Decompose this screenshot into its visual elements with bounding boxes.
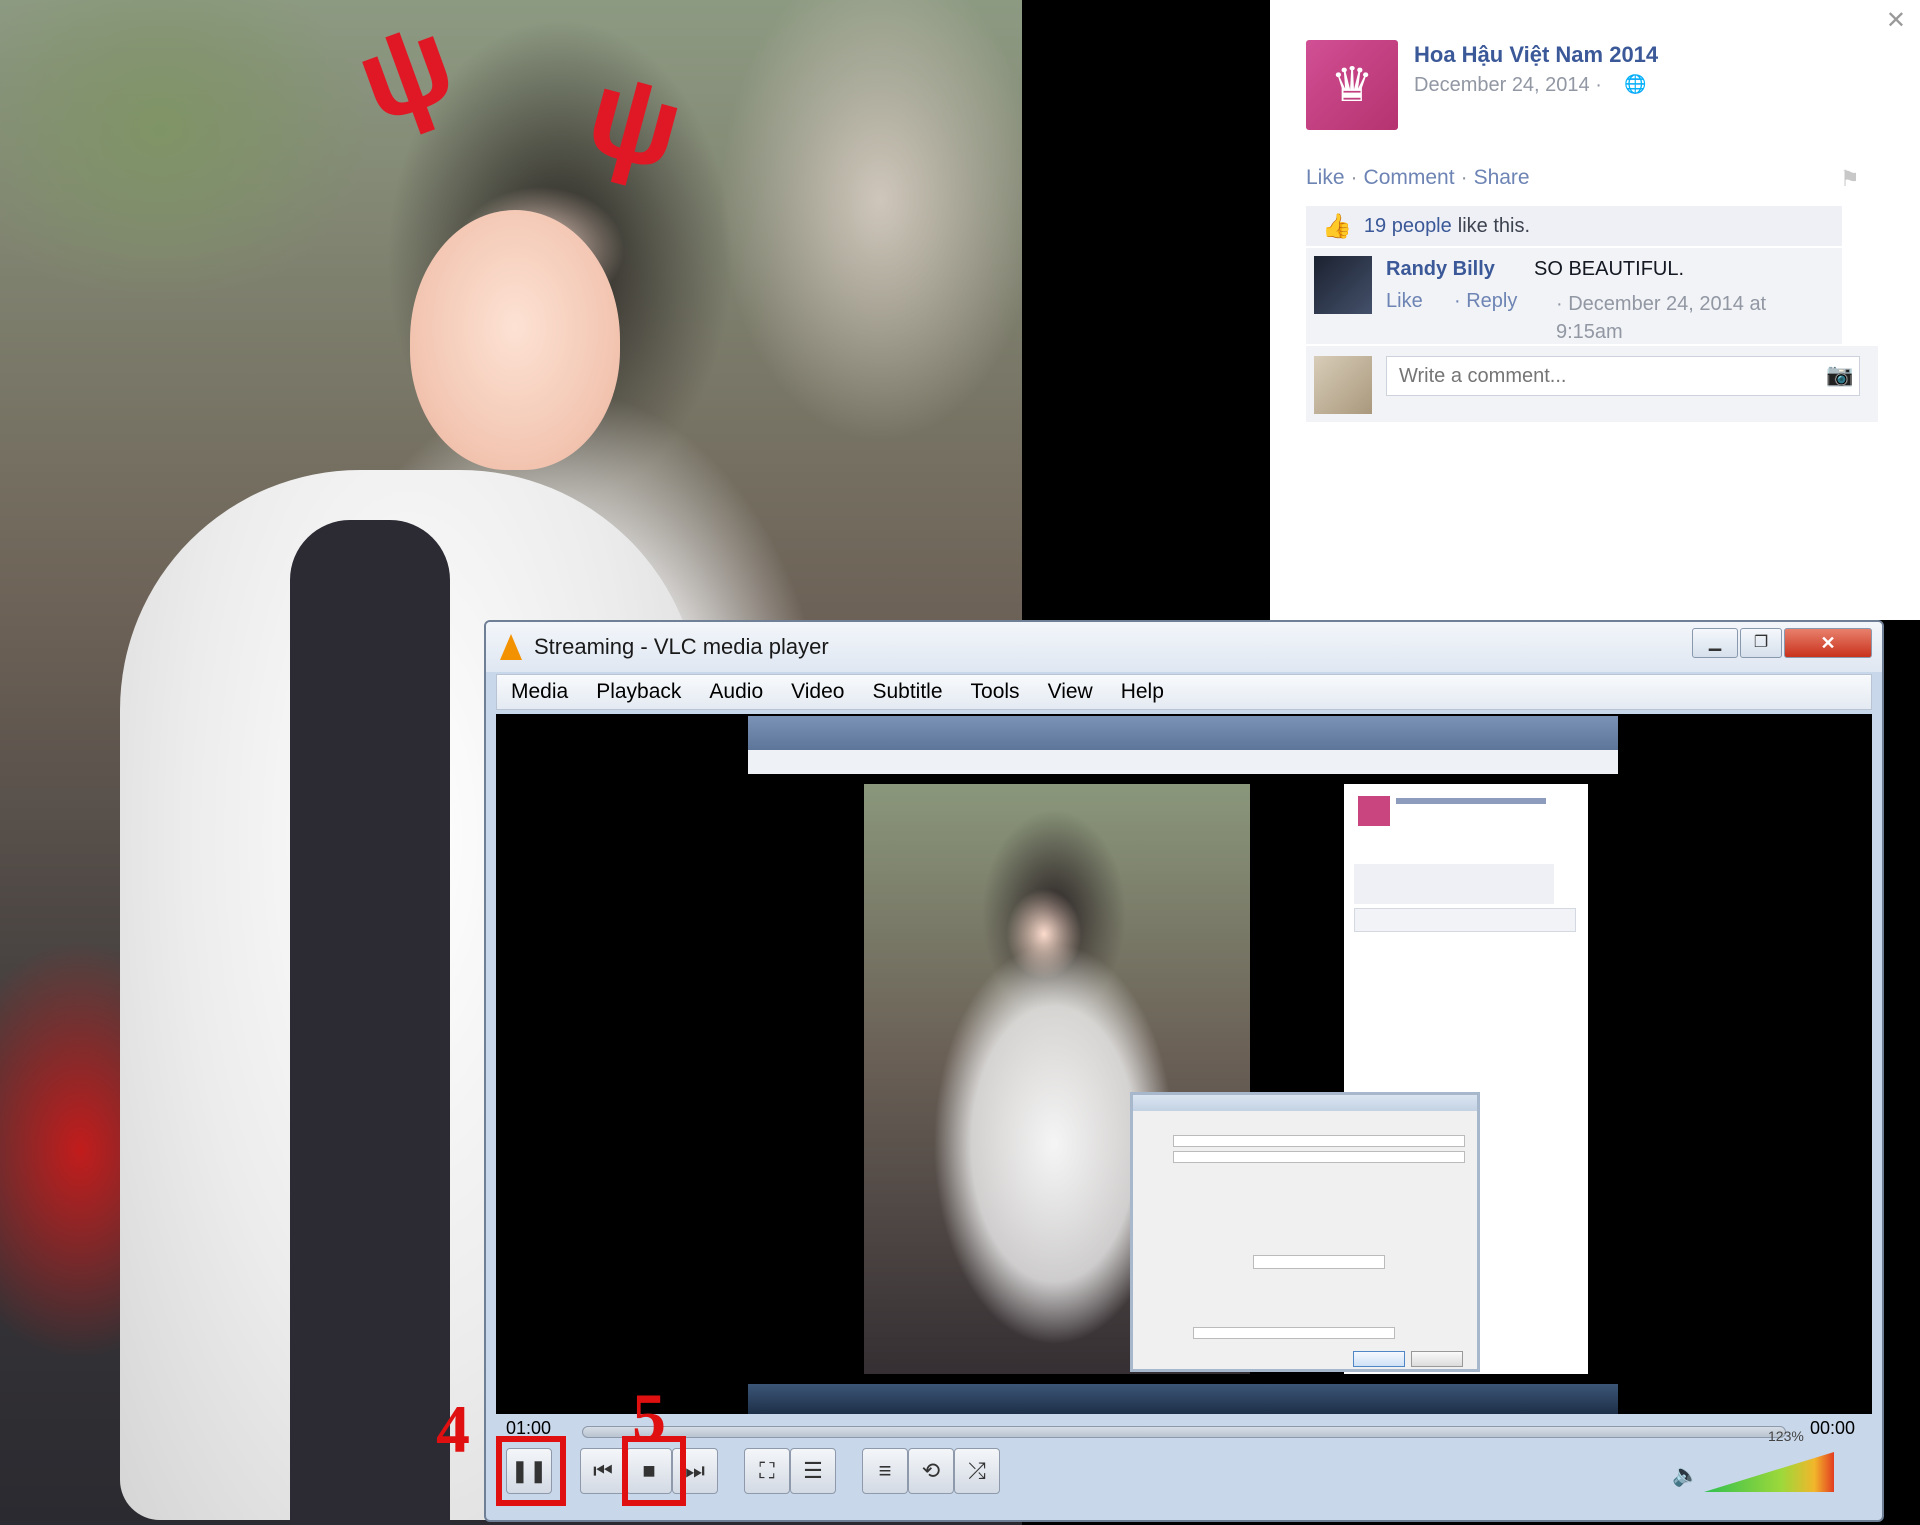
video-area[interactable] (496, 714, 1872, 1414)
step-4-label: 4 (436, 1391, 470, 1467)
captured-browser-tabs (748, 716, 1618, 750)
total-time[interactable]: 00:00 (1810, 1418, 1855, 1439)
menu-tools[interactable]: Tools (957, 680, 1034, 704)
likes-count-link[interactable]: 19 people (1364, 215, 1452, 238)
captured-address-bar (748, 750, 1618, 774)
volume-slider[interactable] (1704, 1452, 1834, 1492)
captured-taskbar (748, 1384, 1618, 1414)
menu-media[interactable]: Media (497, 680, 582, 704)
comment-item: Randy Billy SO BEAUTIFUL. Like · Reply ·… (1306, 248, 1842, 344)
captured-page (748, 774, 1618, 1384)
comment-text: SO BEAUTIFUL. (1534, 258, 1685, 280)
previous-button[interactable]: ⏮ (580, 1448, 626, 1494)
captured-profile-select (1253, 1255, 1385, 1269)
comment-like-link[interactable]: Like (1386, 290, 1423, 313)
commenter-name-link[interactable]: Randy Billy (1386, 258, 1495, 281)
menu-help[interactable]: Help (1107, 680, 1178, 704)
window-title: Streaming - VLC media player (534, 634, 829, 659)
vlc-titlebar[interactable]: Streaming - VLC media player ▁ ❐ ✕ (486, 622, 1882, 672)
comment-link[interactable]: Comment (1364, 166, 1455, 189)
extended-settings-button[interactable]: ☰ (790, 1448, 836, 1494)
menu-bar: Media Playback Audio Video Subtitle Tool… (496, 674, 1872, 710)
menu-playback[interactable]: Playback (582, 680, 695, 704)
share-link[interactable]: Share (1474, 166, 1530, 189)
write-comment-row: 📷 (1306, 346, 1878, 422)
likes-suffix: like this. (1457, 214, 1531, 237)
photo-face-shape (410, 210, 620, 470)
thumbs-up-icon: 👍 (1322, 212, 1352, 240)
menu-subtitle[interactable]: Subtitle (858, 680, 956, 704)
globe-icon: 🌐 (1624, 74, 1647, 94)
captured-convert-dialog (1130, 1092, 1480, 1372)
captured-source-field (1173, 1135, 1465, 1147)
captured-comment-box (1354, 908, 1576, 932)
captured-destination-field (1193, 1327, 1395, 1339)
playlist-button[interactable]: ≡ (862, 1448, 908, 1494)
volume-level: 123% (1768, 1428, 1804, 1444)
menu-view[interactable]: View (1034, 680, 1107, 704)
commenter-avatar[interactable] (1314, 256, 1372, 314)
loop-button[interactable]: ⟲ (908, 1448, 954, 1494)
captured-cancel-button (1411, 1351, 1463, 1367)
menu-video[interactable]: Video (777, 680, 858, 704)
likes-summary: 👍 19 people like this. (1306, 206, 1842, 246)
post-date[interactable]: December 24, 2014 · (1414, 74, 1602, 97)
captured-text-lines (1396, 798, 1546, 804)
vlc-window: Streaming - VLC media player ▁ ❐ ✕ Media… (484, 620, 1884, 1522)
flag-icon[interactable]: ⚑ (1840, 166, 1860, 192)
minimize-button[interactable]: ▁ (1692, 628, 1738, 658)
own-avatar (1314, 356, 1372, 414)
streamed-screen-capture (748, 716, 1618, 1414)
camera-icon[interactable]: 📷 (1826, 362, 1853, 388)
facebook-post-panel: ✕ ♛ Hoa Hậu Việt Nam 2014 December 24, 2… (1270, 0, 1920, 620)
comment-input[interactable] (1386, 356, 1860, 396)
captured-type-field (1173, 1151, 1465, 1163)
close-window-button[interactable]: ✕ (1784, 628, 1872, 658)
antler-left-shape: ψ (339, 0, 471, 149)
menu-audio[interactable]: Audio (695, 680, 777, 704)
comment-reply-link[interactable]: · Reply (1454, 290, 1517, 313)
seek-bar[interactable] (582, 1426, 1786, 1438)
fullscreen-button[interactable]: ⛶ (744, 1448, 790, 1494)
stop-highlight-box (622, 1436, 686, 1506)
vlc-cone-icon (500, 634, 522, 660)
separator: · (1460, 166, 1468, 189)
captured-dialog-titlebar (1133, 1095, 1477, 1111)
page-name-link[interactable]: Hoa Hậu Việt Nam 2014 (1414, 42, 1658, 68)
separator: · (1350, 166, 1358, 189)
random-button[interactable]: ⤮ (954, 1448, 1000, 1494)
maximize-button[interactable]: ❐ (1740, 628, 1782, 658)
close-icon[interactable]: ✕ (1886, 6, 1906, 35)
captured-comment (1354, 864, 1554, 904)
photo-dress-shape (290, 520, 450, 1525)
post-actions: Like · Comment · Share (1306, 166, 1530, 190)
captured-avatar (1358, 796, 1390, 826)
comment-date[interactable]: · December 24, 2014 at 9:15am (1556, 290, 1816, 346)
page-avatar[interactable]: ♛ (1306, 40, 1398, 130)
captured-start-button (1353, 1351, 1405, 1367)
pause-highlight-box (496, 1436, 566, 1506)
like-link[interactable]: Like (1306, 166, 1345, 189)
antler-right-shape: ψ (574, 43, 697, 197)
speaker-icon[interactable]: 🔈 (1672, 1462, 1699, 1488)
